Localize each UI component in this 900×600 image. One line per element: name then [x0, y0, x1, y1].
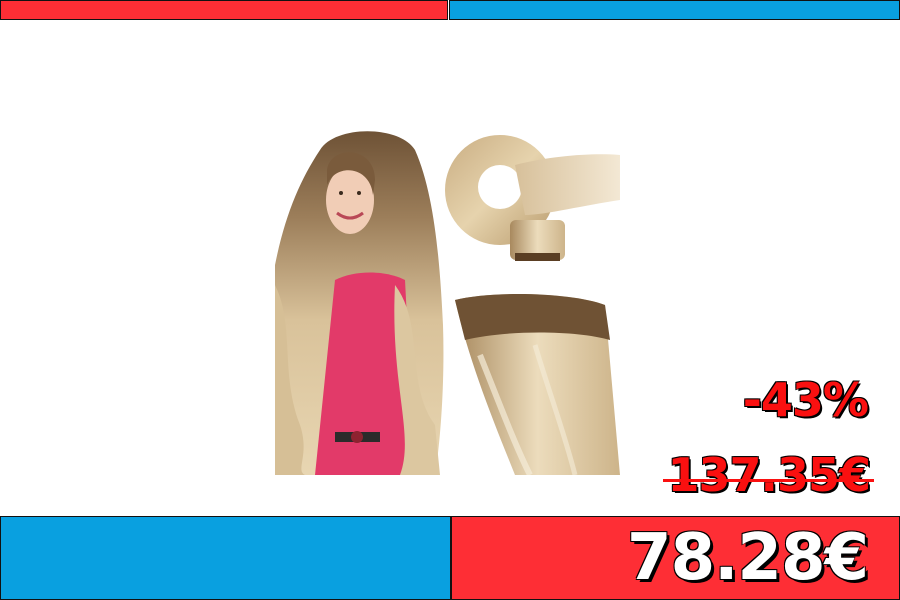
- old-price-value: 137.35€: [667, 448, 871, 502]
- new-price: 78.28€: [627, 521, 869, 595]
- top-bar-blue: [449, 0, 900, 20]
- old-price: 137.35€: [663, 448, 874, 502]
- product-image[interactable]: [275, 125, 625, 475]
- price-banner: -43% 137.35€ 78.28€: [0, 0, 900, 600]
- top-bar-red: [0, 0, 448, 20]
- bottom-bar-blue: [0, 516, 451, 600]
- strikethrough-line: [663, 479, 874, 482]
- discount-badge: -43%: [742, 373, 869, 427]
